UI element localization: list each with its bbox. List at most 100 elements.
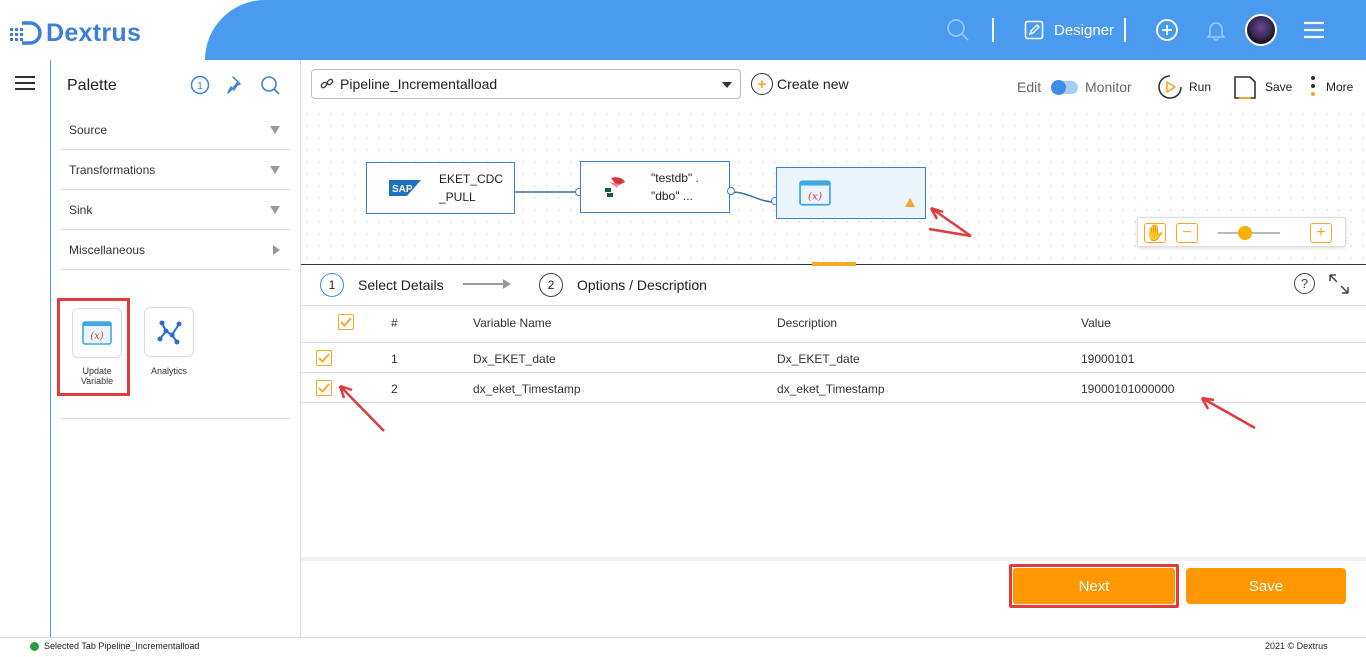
- cell-description[interactable]: Dx_EKET_date: [777, 352, 860, 366]
- step-2-circle[interactable]: 2: [539, 273, 563, 297]
- palette-tile-analytics[interactable]: [144, 307, 194, 357]
- search-icon[interactable]: [944, 16, 972, 44]
- app-name: Dextrus: [46, 18, 142, 47]
- pipeline-select[interactable]: Pipeline_Incrementalload: [311, 69, 741, 99]
- edit-monitor-toggle[interactable]: [1051, 80, 1078, 95]
- step-number: 1: [328, 278, 336, 292]
- node-port[interactable]: [727, 187, 735, 195]
- logo-mark-icon: [10, 21, 42, 45]
- pan-hand-icon[interactable]: ✋: [1144, 223, 1166, 243]
- user-avatar[interactable]: [1245, 14, 1277, 46]
- sap-node[interactable]: SAP EKET_CDC _PULL: [366, 162, 515, 214]
- variable-icon: (x): [799, 180, 831, 206]
- expand-icon[interactable]: [1328, 273, 1350, 295]
- warning-icon: [905, 198, 915, 207]
- cell-variable-name[interactable]: Dx_EKET_date: [473, 352, 556, 366]
- palette-search-icon[interactable]: [259, 74, 281, 96]
- svg-text:(x): (x): [90, 331, 104, 342]
- palette-title: Palette: [67, 77, 117, 94]
- zoom-slider-knob[interactable]: [1238, 226, 1252, 240]
- svg-text:SAP: SAP: [392, 184, 413, 195]
- status-message: Selected Tab Pipeline_Incrementalload: [30, 641, 199, 651]
- cell-value[interactable]: 19000101: [1081, 352, 1134, 366]
- tile-label: Analytics: [150, 366, 187, 376]
- chevron-down-icon: [270, 125, 280, 134]
- run-label: Run: [1189, 80, 1212, 94]
- palette-section-source[interactable]: Source: [61, 110, 290, 150]
- node-label: _PULL: [439, 190, 476, 204]
- database-icon: [605, 177, 625, 197]
- row-checkbox[interactable]: [316, 350, 332, 366]
- more-vertical-icon: [1311, 76, 1315, 96]
- resize-handle[interactable]: [812, 262, 856, 266]
- zoom-in-button[interactable]: +: [1310, 223, 1332, 243]
- save-icon: [1234, 76, 1256, 99]
- status-bar: [0, 637, 1366, 657]
- notification-bell-icon[interactable]: [1202, 16, 1230, 44]
- header-blue-band: [205, 0, 1366, 60]
- create-new-label: Create new: [777, 76, 849, 92]
- svg-text:(x): (x): [808, 189, 822, 202]
- monitor-mode-label: Monitor: [1085, 79, 1132, 95]
- tile-label: Update Variable: [80, 366, 114, 386]
- check-circle-icon: [30, 641, 39, 651]
- palette-section-transformations[interactable]: Transformations: [61, 150, 290, 190]
- edit-icon: [1024, 20, 1044, 40]
- side-menu-icon[interactable]: [15, 76, 35, 90]
- designer-button[interactable]: Designer: [1024, 16, 1114, 44]
- analytics-icon: [157, 320, 182, 345]
- header-divider: [992, 18, 994, 42]
- pipeline-select-value: Pipeline_Incrementalload: [340, 76, 498, 92]
- section-label: Transformations: [69, 162, 156, 177]
- table-top-border: [301, 305, 1366, 306]
- create-new-button[interactable]: + Create new: [751, 72, 849, 96]
- info-icon[interactable]: 1: [189, 74, 211, 96]
- palette-divider: [61, 418, 290, 419]
- column-header-value: Value: [1081, 316, 1111, 330]
- chevron-right-icon: [273, 244, 280, 255]
- more-button[interactable]: More: [1309, 74, 1353, 100]
- palette-tile-update-variable[interactable]: (x): [72, 308, 122, 358]
- db-node[interactable]: "testdb" . "dbo" ...: [580, 161, 730, 213]
- section-label: Sink: [69, 202, 93, 217]
- hamburger-menu-icon[interactable]: [1300, 16, 1328, 44]
- row-divider: [301, 342, 1366, 343]
- next-button[interactable]: Next: [1013, 568, 1175, 604]
- link-icon: [320, 78, 334, 89]
- header-divider: [1124, 18, 1126, 42]
- section-label: Source: [69, 122, 108, 137]
- save-toolbar-button[interactable]: Save: [1233, 74, 1292, 100]
- step-1-circle[interactable]: 1: [320, 273, 344, 297]
- zoom-out-button[interactable]: −: [1176, 223, 1198, 243]
- node-label: "dbo" ...: [651, 189, 693, 203]
- annotation-arrows: [338, 384, 1256, 432]
- palette-section-miscellaneous[interactable]: Miscellaneous: [61, 230, 290, 270]
- chevron-down-icon: [270, 205, 280, 214]
- edit-mode-label: Edit: [1017, 79, 1042, 95]
- add-circle-icon[interactable]: [1153, 16, 1181, 44]
- copyright-text: 2021 © Dextrus: [1265, 641, 1328, 651]
- update-variable-node[interactable]: (x): [776, 167, 926, 219]
- plus-circle-icon: +: [751, 73, 773, 95]
- select-all-checkbox[interactable]: [338, 314, 354, 330]
- run-button[interactable]: Run: [1157, 74, 1211, 100]
- help-icon[interactable]: ?: [1294, 273, 1315, 294]
- step-2-label[interactable]: Options / Description: [577, 277, 707, 293]
- step-arrow-icon: [463, 279, 511, 289]
- app-logo[interactable]: Dextrus: [8, 18, 141, 48]
- svg-text:1: 1: [197, 81, 203, 92]
- save-toolbar-label: Save: [1265, 80, 1293, 94]
- node-label: EKET_CDC: [439, 172, 504, 186]
- pin-icon[interactable]: [225, 74, 247, 96]
- column-header-variable-name: Variable Name: [473, 316, 552, 330]
- palette-section-sink[interactable]: Sink: [61, 190, 290, 230]
- step-1-label[interactable]: Select Details: [358, 277, 444, 293]
- cell-number: 1: [391, 352, 398, 366]
- section-label: Miscellaneous: [69, 242, 146, 257]
- step-number: 2: [547, 278, 555, 292]
- left-rail: [0, 60, 50, 637]
- chevron-down-icon: [722, 82, 732, 88]
- save-button[interactable]: Save: [1186, 568, 1346, 604]
- designer-label: Designer: [1054, 21, 1115, 39]
- zoom-controls: ✋ − +: [1137, 217, 1346, 247]
